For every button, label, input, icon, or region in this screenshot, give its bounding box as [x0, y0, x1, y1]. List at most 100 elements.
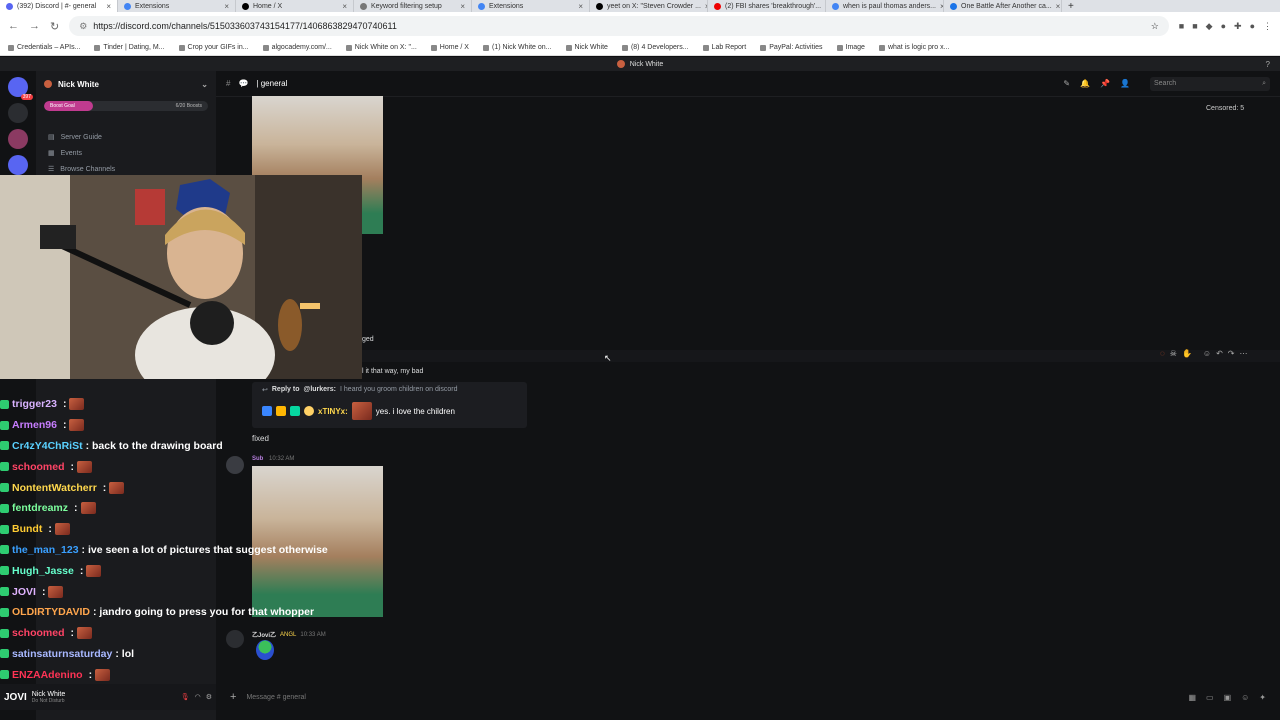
address-bar-row: ← → ↻ ⚙ https://discord.com/channels/5150…: [0, 12, 1280, 40]
add-reaction-icon[interactable]: ☺: [1203, 349, 1211, 358]
menu-icon[interactable]: ⋮: [1263, 21, 1272, 32]
extension-icon[interactable]: ■: [1179, 21, 1184, 32]
close-icon[interactable]: ×: [224, 2, 229, 11]
apps-icon[interactable]: ✦: [1259, 693, 1266, 702]
profile-icon[interactable]: ●: [1250, 21, 1255, 32]
url-input[interactable]: ⚙ https://discord.com/channels/5150336037…: [69, 16, 1169, 36]
reaction-emoji-icon[interactable]: ◌: [1160, 349, 1165, 358]
close-icon[interactable]: ×: [342, 2, 347, 11]
bookmark-item[interactable]: algocademy.com/...: [262, 44, 332, 51]
browser-tab[interactable]: Keyword filtering setup ×: [354, 0, 472, 12]
threads-icon[interactable]: ✎: [1063, 79, 1070, 88]
bookmark-icon: [8, 44, 14, 51]
extension-icon[interactable]: ◆: [1206, 21, 1213, 32]
headphones-icon[interactable]: ◠: [195, 693, 201, 701]
sticker-icon[interactable]: ▣: [1224, 693, 1232, 702]
sidebar-item-server-guide[interactable]: ▤ Server Guide: [36, 129, 216, 145]
chat-username: Bundt: [12, 523, 43, 536]
bookmark-item[interactable]: Lab Report: [702, 44, 746, 51]
mouse-cursor-icon: ↖: [604, 353, 612, 363]
bookmark-item[interactable]: Tinder | Dating, M...: [94, 44, 165, 51]
chat-line: trigger23:: [0, 394, 420, 415]
hash-icon: #: [226, 79, 231, 88]
bookmark-item[interactable]: (1) Nick White on...: [482, 44, 552, 51]
star-icon[interactable]: ☆: [1151, 21, 1159, 32]
help-icon[interactable]: ?: [1266, 60, 1270, 69]
extension-icon[interactable]: ●: [1221, 21, 1226, 32]
browser-tab[interactable]: (2) FBI shares 'breakthrough'...×: [708, 0, 826, 12]
server-icon[interactable]: [8, 103, 28, 123]
bookmark-item[interactable]: Nick White on X: "...: [345, 44, 417, 51]
skull-emoji-icon[interactable]: ☠: [1170, 349, 1177, 358]
chat-line: NontentWatcherr:: [0, 477, 420, 498]
bell-icon[interactable]: 🔔: [1080, 79, 1090, 88]
close-icon[interactable]: ×: [578, 2, 583, 11]
sidebar-item-events[interactable]: ▦ Events: [36, 145, 216, 161]
new-tab-button[interactable]: +: [1062, 1, 1080, 12]
bookmark-item[interactable]: Image: [836, 44, 865, 51]
forward-icon[interactable]: ↷: [1228, 349, 1235, 358]
add-attachment-icon[interactable]: +: [230, 691, 236, 703]
emote-icon: [77, 627, 93, 640]
forward-icon[interactable]: →: [29, 20, 40, 32]
bookmark-item[interactable]: PayPal: Activities: [760, 44, 823, 51]
bookmark-item[interactable]: (8) 4 Developers...: [621, 44, 689, 51]
home-discord-icon[interactable]: 397: [8, 77, 33, 100]
browser-tab[interactable]: Extensions ×: [118, 0, 236, 12]
bookmark-item[interactable]: what is logic pro x...: [878, 44, 949, 51]
pin-icon[interactable]: 📌: [1100, 79, 1110, 88]
puzzle-icon[interactable]: ✚: [1234, 21, 1242, 32]
reply-arrow-icon: ↩: [262, 387, 268, 394]
members-icon[interactable]: 👤: [1120, 79, 1130, 88]
gif-icon[interactable]: ▭: [1206, 693, 1214, 702]
user-panel: JOVI Nick White Do Not Disturb 🎙 ◠ ⚙: [0, 684, 216, 710]
bookmark-icon: [345, 44, 352, 51]
browser-tab-bar: (392) Discord | #- general × Extensions × …: [0, 0, 1280, 12]
browser-tab[interactable]: Home / X ×: [236, 0, 354, 12]
bookmark-item[interactable]: Crop your GIFs in...: [178, 44, 249, 51]
chat-username: trigger23: [12, 398, 57, 411]
x-logo-icon: [242, 2, 249, 10]
close-icon[interactable]: ×: [460, 2, 465, 11]
kick-badge-icon: [0, 420, 9, 430]
browser-tab[interactable]: Extensions ×: [472, 0, 590, 12]
more-icon[interactable]: ⋯: [1239, 349, 1247, 358]
guide-icon: ▤: [48, 134, 55, 141]
bookmark-item[interactable]: Credentials – APIs...: [8, 44, 80, 51]
message-composer[interactable]: + Message # general ▦ ▭ ▣ ☺ ✦: [222, 688, 1274, 706]
chat-username: Cr4zY4ChRiSt: [12, 439, 83, 452]
bookmark-icon: [878, 44, 885, 51]
emoji-icon[interactable]: ☺: [1241, 693, 1249, 702]
browser-tab[interactable]: One Battle After Another ca... ×: [944, 0, 1062, 12]
bookmark-item[interactable]: Home / X: [430, 44, 469, 51]
reply-icon[interactable]: ↶: [1216, 349, 1223, 358]
mute-mic-icon[interactable]: 🎙: [181, 693, 190, 701]
puzzle-icon: [124, 2, 131, 10]
browser-tab[interactable]: (392) Discord | #- general ×: [0, 0, 118, 12]
server-icon[interactable]: [8, 155, 28, 175]
browser-tab[interactable]: yeet on X: "Steven Crowder ...×: [590, 0, 708, 12]
bookmark-icon: [178, 44, 185, 51]
hand-emoji-icon[interactable]: ✋: [1182, 349, 1192, 358]
search-input[interactable]: Search ⌕: [1150, 76, 1270, 91]
chat-username: fentdreamz: [12, 502, 69, 515]
browser-tab[interactable]: when is paul thomas anders...×: [826, 0, 944, 12]
chat-username: schoomed: [12, 627, 65, 640]
server-header[interactable]: Nick White ⌄: [36, 71, 216, 97]
close-icon[interactable]: ×: [1056, 2, 1061, 11]
reload-icon[interactable]: ↻: [50, 20, 59, 33]
gear-icon[interactable]: ⚙: [206, 693, 212, 701]
channel-header: # 💬 | general ✎ 🔔 📌 👤 Search ⌕: [216, 71, 1280, 97]
gift-icon[interactable]: ▦: [1188, 693, 1196, 702]
kick-badge-icon: [0, 566, 9, 576]
webcam-overlay: [0, 175, 362, 379]
boost-goal-bar[interactable]: Boost Goal 6/20 Boosts: [44, 101, 208, 111]
message-input[interactable]: Message # general: [246, 694, 306, 701]
bookmark-item[interactable]: Nick White: [565, 44, 608, 51]
close-icon[interactable]: ×: [106, 2, 111, 11]
google-icon: [832, 2, 839, 10]
back-icon[interactable]: ←: [8, 20, 19, 32]
message-text: l it that way, my bad: [362, 368, 424, 375]
extension-icon[interactable]: ■: [1192, 21, 1197, 32]
server-icon[interactable]: [8, 129, 28, 149]
